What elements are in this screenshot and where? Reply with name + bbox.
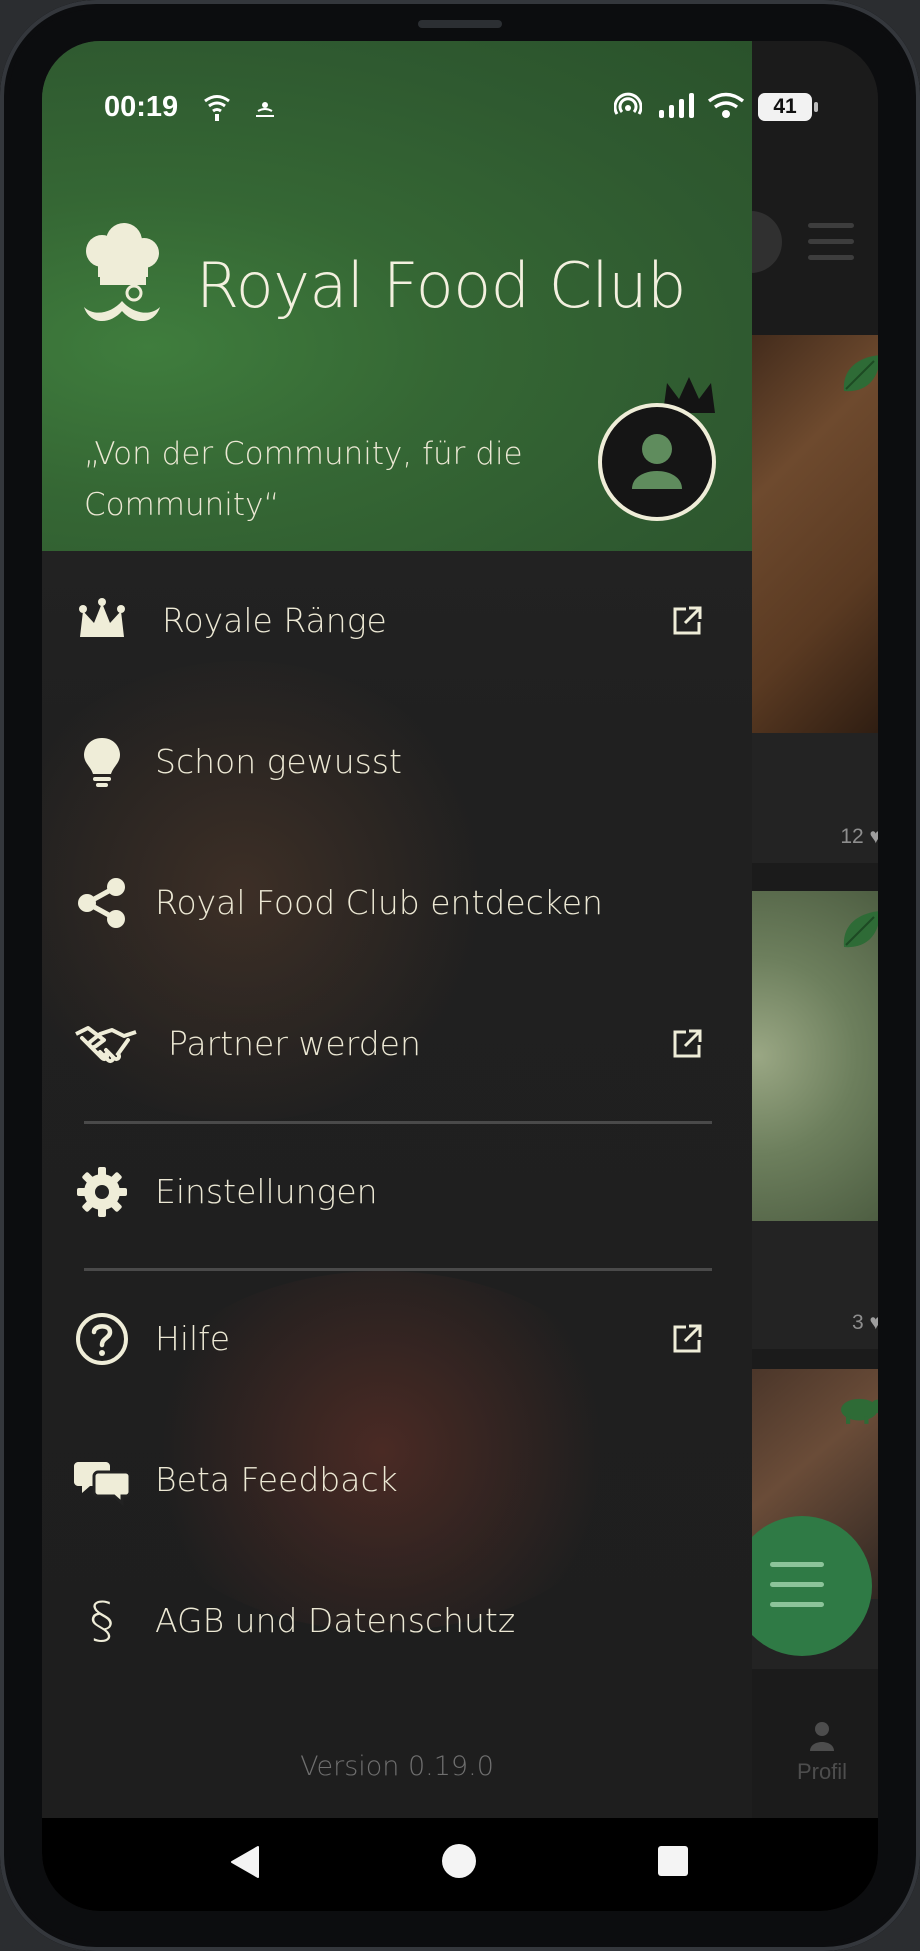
person-icon xyxy=(810,1722,834,1751)
system-nav-bar xyxy=(42,1818,878,1911)
recent-apps-icon[interactable] xyxy=(658,1846,688,1876)
status-bar: 00:19 41 xyxy=(42,41,878,161)
like-count: 3 ♥ xyxy=(852,1311,878,1335)
crown-icon xyxy=(79,598,125,637)
chat-bubbles-icon xyxy=(74,1462,130,1507)
person-icon xyxy=(632,434,682,489)
paragraph-icon: § xyxy=(89,1592,115,1650)
menu-item-agb-datenschutz[interactable]: § AGB und Datenschutz xyxy=(42,1565,752,1675)
heart-icon[interactable]: ♥ xyxy=(870,825,878,848)
external-link-icon xyxy=(673,1029,702,1058)
external-link-icon xyxy=(673,1324,702,1353)
menu-item-label: Royale Ränge xyxy=(162,601,387,640)
help-circle-icon xyxy=(76,1313,128,1365)
filter-fab-button[interactable] xyxy=(732,1516,872,1656)
menu-item-royale-raenge[interactable]: Royale Ränge xyxy=(42,565,752,675)
back-icon[interactable] xyxy=(230,1845,260,1879)
menu-item-schon-gewusst[interactable]: Schon gewusst xyxy=(42,706,752,816)
vegan-leaf-icon xyxy=(843,911,878,948)
app-version: Version 0.19.0 xyxy=(300,1751,494,1782)
menu-item-einstellungen[interactable]: Einstellungen xyxy=(42,1136,752,1246)
phone-speaker xyxy=(418,20,502,28)
nav-profile-tab[interactable]: Profil xyxy=(742,1721,878,1785)
gear-icon xyxy=(77,1167,127,1217)
menu-item-label: Royal Food Club entdecken xyxy=(155,883,603,922)
profile-avatar-button[interactable] xyxy=(598,403,716,521)
hamburger-menu-icon[interactable] xyxy=(808,223,854,271)
screen: 12 ♥ 3 ♥ Profil 00:19 41 Royal Food Club… xyxy=(42,41,878,1911)
menu-divider xyxy=(84,1121,712,1124)
signal-icon xyxy=(659,93,694,118)
like-count: 12 ♥ xyxy=(840,825,878,849)
menu-item-label: Partner werden xyxy=(168,1024,421,1063)
menu-item-partner-werden[interactable]: Partner werden xyxy=(42,988,752,1098)
vegan-leaf-icon xyxy=(843,355,878,392)
home-icon[interactable] xyxy=(442,1844,476,1878)
menu-item-label: Hilfe xyxy=(155,1319,231,1358)
hotspot-icon xyxy=(256,102,274,117)
handshake-icon xyxy=(75,1026,137,1064)
app-title: Royal Food Club xyxy=(196,249,686,322)
nav-profile-label: Profil xyxy=(796,1759,848,1784)
pig-icon xyxy=(841,1398,878,1424)
navigation-drawer: Royal Food Club „Von der Community, für … xyxy=(42,41,752,1858)
menu-item-hilfe[interactable]: Hilfe xyxy=(42,1283,752,1393)
heart-icon[interactable]: ♥ xyxy=(870,1311,878,1334)
phone-frame: 12 ♥ 3 ♥ Profil 00:19 41 Royal Food Club… xyxy=(0,0,920,1951)
lightbulb-icon xyxy=(84,738,120,787)
menu-divider xyxy=(84,1268,712,1271)
wifi-signal-icon xyxy=(707,92,745,118)
external-link-icon xyxy=(673,606,702,635)
share-icon xyxy=(78,878,125,928)
battery-indicator: 41 xyxy=(758,93,818,121)
menu-item-label: Beta Feedback xyxy=(155,1460,398,1499)
app-tagline: „Von der Community, für die Community“ xyxy=(84,436,523,523)
menu-item-label: Einstellungen xyxy=(155,1172,378,1211)
menu-item-label: Schon gewusst xyxy=(155,742,402,781)
menu-item-beta-feedback[interactable]: Beta Feedback xyxy=(42,1424,752,1534)
status-time: 00:19 xyxy=(104,91,179,123)
menu-item-label: AGB und Datenschutz xyxy=(155,1601,516,1640)
menu-item-entdecken[interactable]: Royal Food Club entdecken xyxy=(42,847,752,957)
wifi-icon xyxy=(204,95,230,121)
chef-mustache-logo-icon xyxy=(84,223,160,322)
nfc-icon xyxy=(614,92,642,115)
